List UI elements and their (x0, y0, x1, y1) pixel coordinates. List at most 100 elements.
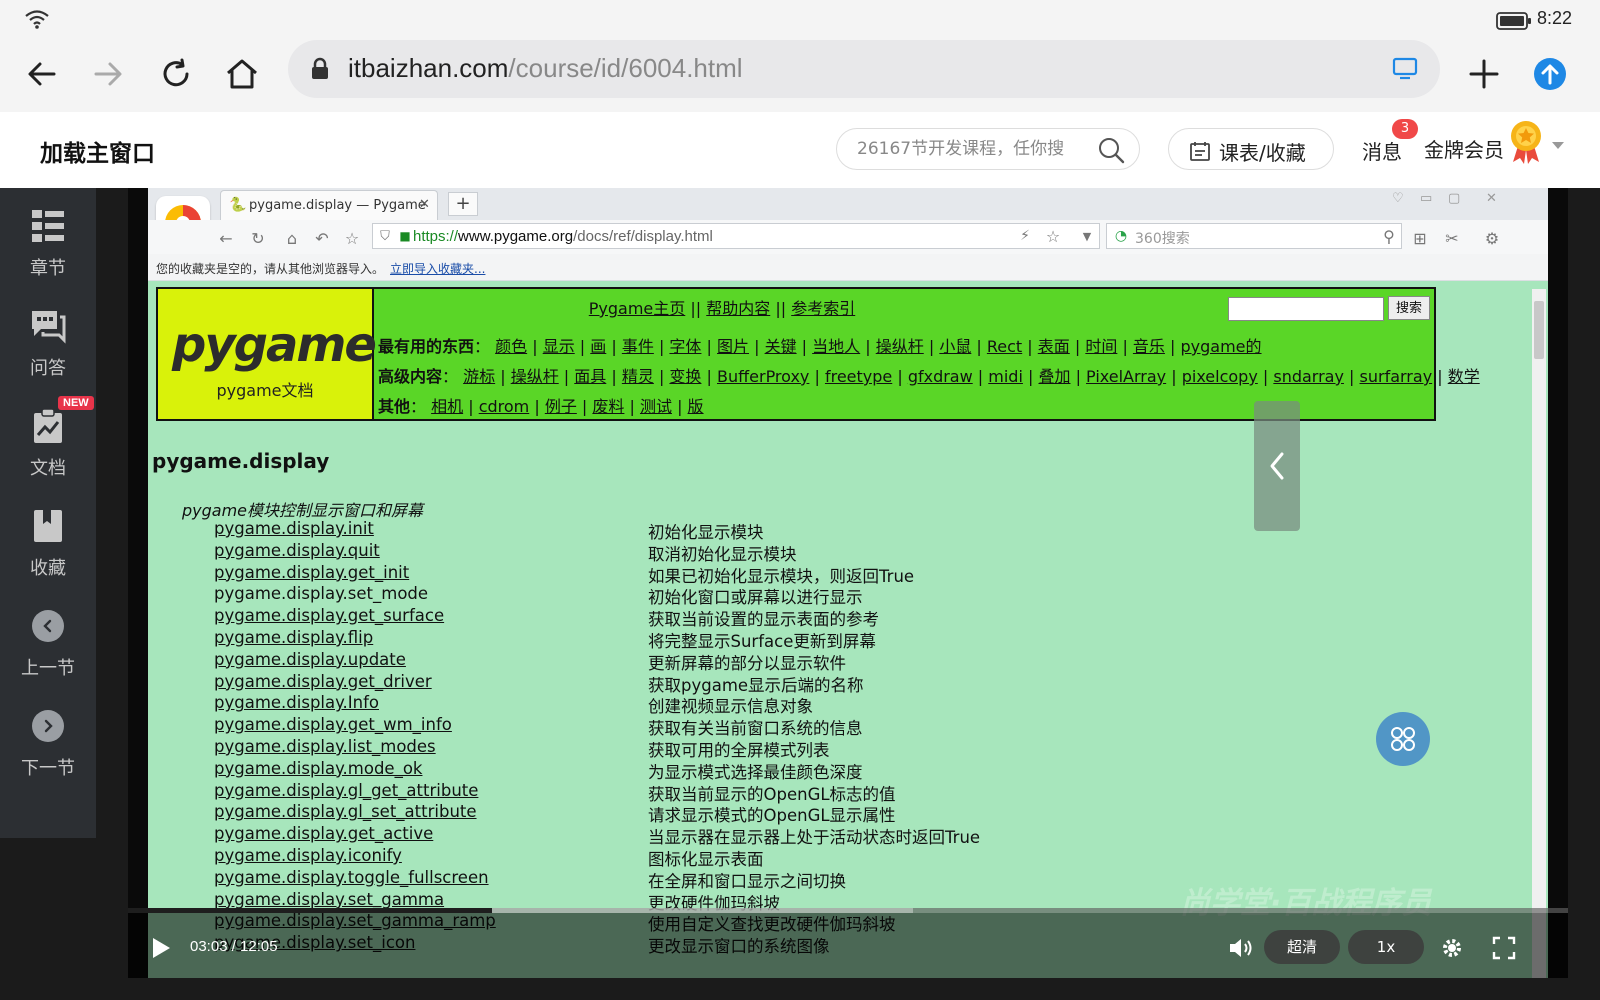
progress-bar[interactable] (128, 908, 1568, 913)
medal-icon (1511, 121, 1541, 164)
function-row: pygame.display.gl_set_attribute 请求显示模式的Op… (214, 802, 896, 825)
function-name: pygame.display.get_init (214, 562, 410, 582)
function-row: pygame.display.set_mode 初始化窗口或屏幕以进行显示 (214, 584, 863, 607)
nav-link: 版 (687, 397, 704, 416)
home-button[interactable] (220, 52, 264, 96)
nav-link: 相机 (431, 397, 464, 416)
function-name: pygame.display.get_surface (214, 606, 445, 626)
pygame-search-input (1228, 297, 1384, 321)
forward-button[interactable] (86, 52, 130, 96)
favorites-import-link: 立即导入收藏夹... (390, 262, 486, 276)
forward-arrow-icon (94, 62, 122, 86)
nav-link: 叠加 (1038, 367, 1071, 386)
nav-link: 测试 (639, 397, 672, 416)
screen-cast-icon[interactable] (1392, 56, 1418, 80)
speed-button[interactable]: 1x (1348, 930, 1424, 964)
collapse-panel-button[interactable] (1254, 401, 1300, 531)
messages-link[interactable]: 消息 (1362, 136, 1402, 165)
fullscreen-icon[interactable] (1492, 936, 1516, 960)
nav-link: sndarray (1273, 367, 1344, 386)
pygame-row-useful: 最有用的东西： 颜色 | 显示 | 画 | 事件 | 字体 | 图片 | 关键 … (378, 337, 1262, 356)
function-name: pygame.display.set_mode (214, 584, 429, 604)
pygame-logo-text: pygame (172, 317, 377, 373)
inner-refresh-icon: ↻ (251, 228, 265, 248)
schedule-favorites-button[interactable]: 课表/收藏 (1168, 128, 1334, 170)
function-name: pygame.display.get_active (214, 824, 434, 844)
nav-link: 表面 (1037, 337, 1070, 356)
favorites-empty-text: 您的收藏夹是空的，请从其他浏览器导入。 (156, 262, 385, 276)
link-reference: 参考索引 (791, 299, 856, 318)
pygame-row-advanced: 高级内容： 游标 | 操纵杆 | 面具 | 精灵 | 变换 | BufferPr… (378, 367, 1480, 386)
sidebar-item-chapters[interactable]: 章节 (0, 192, 96, 282)
inner-scrollbar (1532, 289, 1546, 978)
quality-button[interactable]: 超清 (1264, 930, 1340, 964)
sidebar-item-qa[interactable]: 问答 (0, 292, 96, 382)
sidebar-item-next[interactable]: 下一节 (0, 692, 96, 782)
link-home: Pygame主页 (588, 299, 686, 318)
inner-dropdown-icon: ▼ (1082, 229, 1092, 243)
inner-back-icon: ← (219, 228, 233, 248)
sidebar-item-docs[interactable]: NEW 文档 (0, 392, 96, 482)
upload-button[interactable] (1528, 52, 1572, 96)
reload-icon (163, 58, 189, 87)
vip-member-label[interactable]: 金牌会员 (1424, 134, 1504, 163)
function-description: 获取可用的全屏模式列表 (648, 741, 830, 760)
settings-gear-icon[interactable] (1440, 936, 1464, 960)
inner-360-search-icon: ◔ (1114, 228, 1128, 244)
dropdown-caret-icon[interactable] (1552, 142, 1564, 149)
inner-search-placeholder: 360搜索 (1135, 231, 1190, 247)
function-description: 在全屏和窗口显示之间切换 (648, 871, 846, 891)
lock-icon (312, 57, 328, 79)
row-label: 最有用的东西 (378, 337, 475, 356)
function-description: 初始化窗口或屏幕以进行显示 (648, 588, 863, 608)
inner-toolbar: ← ↻ ⌂ ↶ ☆ ⛉ ■ https://www.pygame.org/doc… (148, 220, 1548, 255)
inner-tab: 🐍 pygame.display — Pygame ✕ (220, 190, 438, 220)
back-button[interactable] (20, 52, 64, 96)
back-arrow-icon (28, 62, 56, 86)
nav-link: 字体 (669, 337, 702, 356)
address-bar[interactable]: itbaizhan.com/course/id/6004.html (288, 40, 1440, 98)
volume-icon[interactable] (1228, 936, 1254, 960)
status-bar: 8:22 (0, 0, 1600, 38)
video-player[interactable]: 🐍 pygame.display — Pygame ✕ + ♡ ▭ ▢ ✕ ← … (128, 188, 1568, 978)
function-row: pygame.display.get_wm_info 获取有关当前窗口系统的信息 (214, 715, 863, 738)
function-name: pygame.display.flip (214, 628, 374, 647)
next-icon (28, 706, 68, 746)
video-frame: 🐍 pygame.display — Pygame ✕ + ♡ ▭ ▢ ✕ ← … (148, 188, 1548, 978)
function-name: pygame.display.iconify (214, 846, 402, 865)
function-name: pygame.display.toggle_fullscreen (214, 867, 489, 887)
function-row: pygame.display.quit 取消初始化显示模块 (214, 541, 797, 564)
floating-menu-button[interactable] (1376, 712, 1430, 766)
nav-link: 废料 (592, 397, 625, 416)
bookmark-icon (28, 506, 68, 546)
function-row: pygame.display.init 初始化显示模块 (214, 519, 764, 542)
nav-link: 操纵杆 (510, 367, 559, 386)
reload-button[interactable] (154, 52, 198, 96)
function-description: 如果已初始化显示模块，则返回True (648, 566, 915, 586)
course-sidebar: 章节 问答 NEW 文档 收藏 上一节 下一节 (0, 188, 96, 838)
play-icon[interactable] (150, 936, 172, 960)
inner-url-scheme: https:// (413, 228, 459, 245)
nav-link: 画 (590, 337, 607, 356)
chapters-icon (28, 206, 68, 246)
search-icon[interactable] (1097, 136, 1125, 164)
calendar-icon (1190, 142, 1210, 161)
course-search-input[interactable] (855, 138, 1089, 160)
inner-cut-icon: ✂ (1445, 228, 1459, 248)
nav-link: 时间 (1085, 337, 1118, 356)
new-tab-button[interactable] (1462, 52, 1506, 96)
course-search[interactable] (836, 128, 1140, 170)
function-description: 获取当前设置的显示表面的参考 (648, 610, 879, 630)
function-description: 为显示模式选择最佳颜色深度 (648, 762, 863, 782)
nav-link: 操纵杆 (875, 337, 924, 356)
function-name: pygame.display.init (214, 519, 374, 538)
function-description: 获取当前显示的OpenGL标志的值 (648, 784, 896, 804)
inner-favorite-icon: ☆ (1045, 226, 1061, 246)
sidebar-item-previous[interactable]: 上一节 (0, 592, 96, 682)
inner-lock-icon: ■ (399, 229, 411, 243)
inner-star-icon: ☆ (344, 228, 360, 248)
function-name: pygame.display.get_wm_info (214, 715, 452, 735)
upload-icon (1534, 58, 1566, 90)
sidebar-item-favorites[interactable]: 收藏 (0, 492, 96, 582)
time-display: 03:03 / 12:05 (190, 938, 278, 955)
